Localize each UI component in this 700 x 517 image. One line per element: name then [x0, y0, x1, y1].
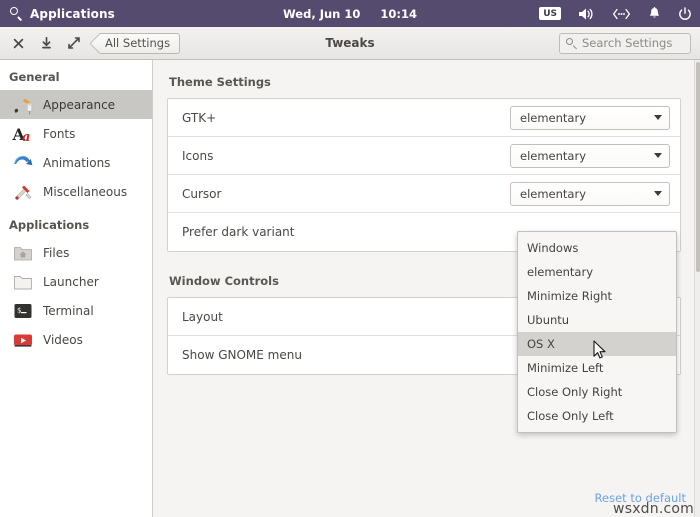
sidebar-item-appearance[interactable]: Appearance	[0, 90, 152, 119]
content-scrollbar[interactable]	[694, 60, 700, 517]
chevron-down-icon	[654, 153, 662, 158]
settings-sidebar: General Appearance A a Fonts Animations …	[0, 60, 153, 517]
sidebar-item-fonts[interactable]: A a Fonts	[0, 119, 152, 148]
chevron-down-icon	[654, 191, 662, 196]
notifications-bell-icon[interactable]	[648, 6, 661, 21]
watermark: wsxdn.com	[613, 501, 694, 517]
dropdown-item-minimize-left[interactable]: Minimize Left	[518, 356, 676, 380]
dropdown-item-ubuntu[interactable]: Ubuntu	[518, 308, 676, 332]
sidebar-item-terminal[interactable]: $ Terminal	[0, 296, 152, 325]
combobox-value: elementary	[520, 148, 587, 163]
window-controls-layout-dropdown: Windows elementary Minimize Right Ubuntu…	[517, 231, 677, 433]
sidebar-item-videos[interactable]: Videos	[0, 325, 152, 354]
cursor-theme-combobox[interactable]: elementary	[510, 181, 670, 206]
paintbrush-icon	[12, 94, 34, 116]
curved-arrow-icon	[12, 152, 34, 174]
keyboard-layout-indicator[interactable]: us	[539, 7, 561, 20]
window-headerbar: All Settings Tweaks Search Settings	[0, 27, 700, 60]
back-to-all-settings-button[interactable]: All Settings	[98, 32, 181, 54]
search-icon	[10, 7, 23, 20]
clock-time: 10:14	[380, 6, 417, 21]
desktop-screen: Applications Wed, Jun 10 10:14 us	[0, 0, 700, 517]
volume-icon[interactable]	[578, 7, 595, 21]
row-cursor: Cursor elementary	[168, 175, 680, 213]
combobox-value: elementary	[520, 186, 587, 201]
sidebar-item-files[interactable]: Files	[0, 238, 152, 267]
row-icons: Icons elementary	[168, 137, 680, 175]
search-settings-field[interactable]: Search Settings	[559, 32, 691, 54]
close-icon[interactable]	[11, 36, 25, 50]
sidebar-item-miscellaneous[interactable]: Miscellaneous	[0, 177, 152, 206]
svg-text:$: $	[17, 306, 21, 314]
row-gtk: GTK+ elementary	[168, 99, 680, 137]
dropdown-item-close-only-right[interactable]: Close Only Right	[518, 380, 676, 404]
terminal-icon: $	[12, 300, 34, 322]
dropdown-item-minimize-right[interactable]: Minimize Right	[518, 284, 676, 308]
row-label: Prefer dark variant	[182, 225, 295, 239]
sidebar-item-label: Videos	[43, 332, 83, 347]
minimize-icon[interactable]	[39, 36, 53, 50]
row-label: GTK+	[182, 110, 217, 125]
row-label: Layout	[182, 309, 223, 324]
row-label: Show GNOME menu	[182, 348, 302, 362]
dropdown-item-elementary[interactable]: elementary	[518, 260, 676, 284]
chevron-down-icon	[654, 115, 662, 120]
swiss-knife-icon	[12, 181, 34, 203]
sidebar-item-launcher[interactable]: Launcher	[0, 267, 152, 296]
panel-indicators: us	[539, 6, 692, 21]
font-aa-icon: A a	[12, 123, 34, 145]
dropdown-item-os-x[interactable]: OS X	[518, 332, 676, 356]
sidebar-item-label: Terminal	[43, 303, 94, 318]
sidebar-item-label: Appearance	[43, 97, 116, 112]
back-button-label: All Settings	[105, 36, 171, 50]
sidebar-item-label: Files	[43, 245, 70, 260]
folder-home-icon	[12, 242, 34, 264]
combobox-value: elementary	[520, 110, 587, 125]
search-icon	[566, 37, 577, 49]
scrollbar-thumb[interactable]	[696, 62, 700, 272]
desktop-top-panel: Applications Wed, Jun 10 10:14 us	[0, 0, 700, 27]
applications-menu[interactable]: Applications	[0, 7, 115, 21]
applications-menu-label: Applications	[30, 6, 115, 21]
sidebar-item-label: Miscellaneous	[43, 184, 128, 199]
sidebar-item-label: Animations	[43, 155, 111, 170]
search-placeholder: Search Settings	[582, 36, 673, 50]
folder-icon	[12, 271, 34, 293]
theme-settings-panel: GTK+ elementary Icons elementary Cursor …	[167, 98, 681, 252]
sidebar-item-label: Fonts	[43, 126, 76, 141]
sidebar-group-title-applications: Applications	[9, 218, 90, 232]
row-label: Cursor	[182, 186, 222, 201]
dropdown-item-close-only-left[interactable]: Close Only Left	[518, 404, 676, 428]
gtk-theme-combobox[interactable]: elementary	[510, 105, 670, 130]
sidebar-item-animations[interactable]: Animations	[0, 148, 152, 177]
section-title-theme-settings: Theme Settings	[169, 75, 271, 89]
network-icon[interactable]	[612, 8, 631, 20]
video-play-icon	[12, 329, 34, 351]
sidebar-item-label: Launcher	[43, 274, 99, 289]
clock-date: Wed, Jun 10	[283, 6, 361, 21]
maximize-icon[interactable]	[67, 36, 81, 50]
svg-text:a: a	[22, 130, 30, 145]
dropdown-item-windows[interactable]: Windows	[518, 236, 676, 260]
row-label: Icons	[182, 148, 214, 163]
window-control-buttons	[0, 36, 81, 50]
icons-theme-combobox[interactable]: elementary	[510, 143, 670, 168]
sidebar-group-title-general: General	[9, 70, 60, 84]
power-icon[interactable]	[678, 6, 692, 21]
